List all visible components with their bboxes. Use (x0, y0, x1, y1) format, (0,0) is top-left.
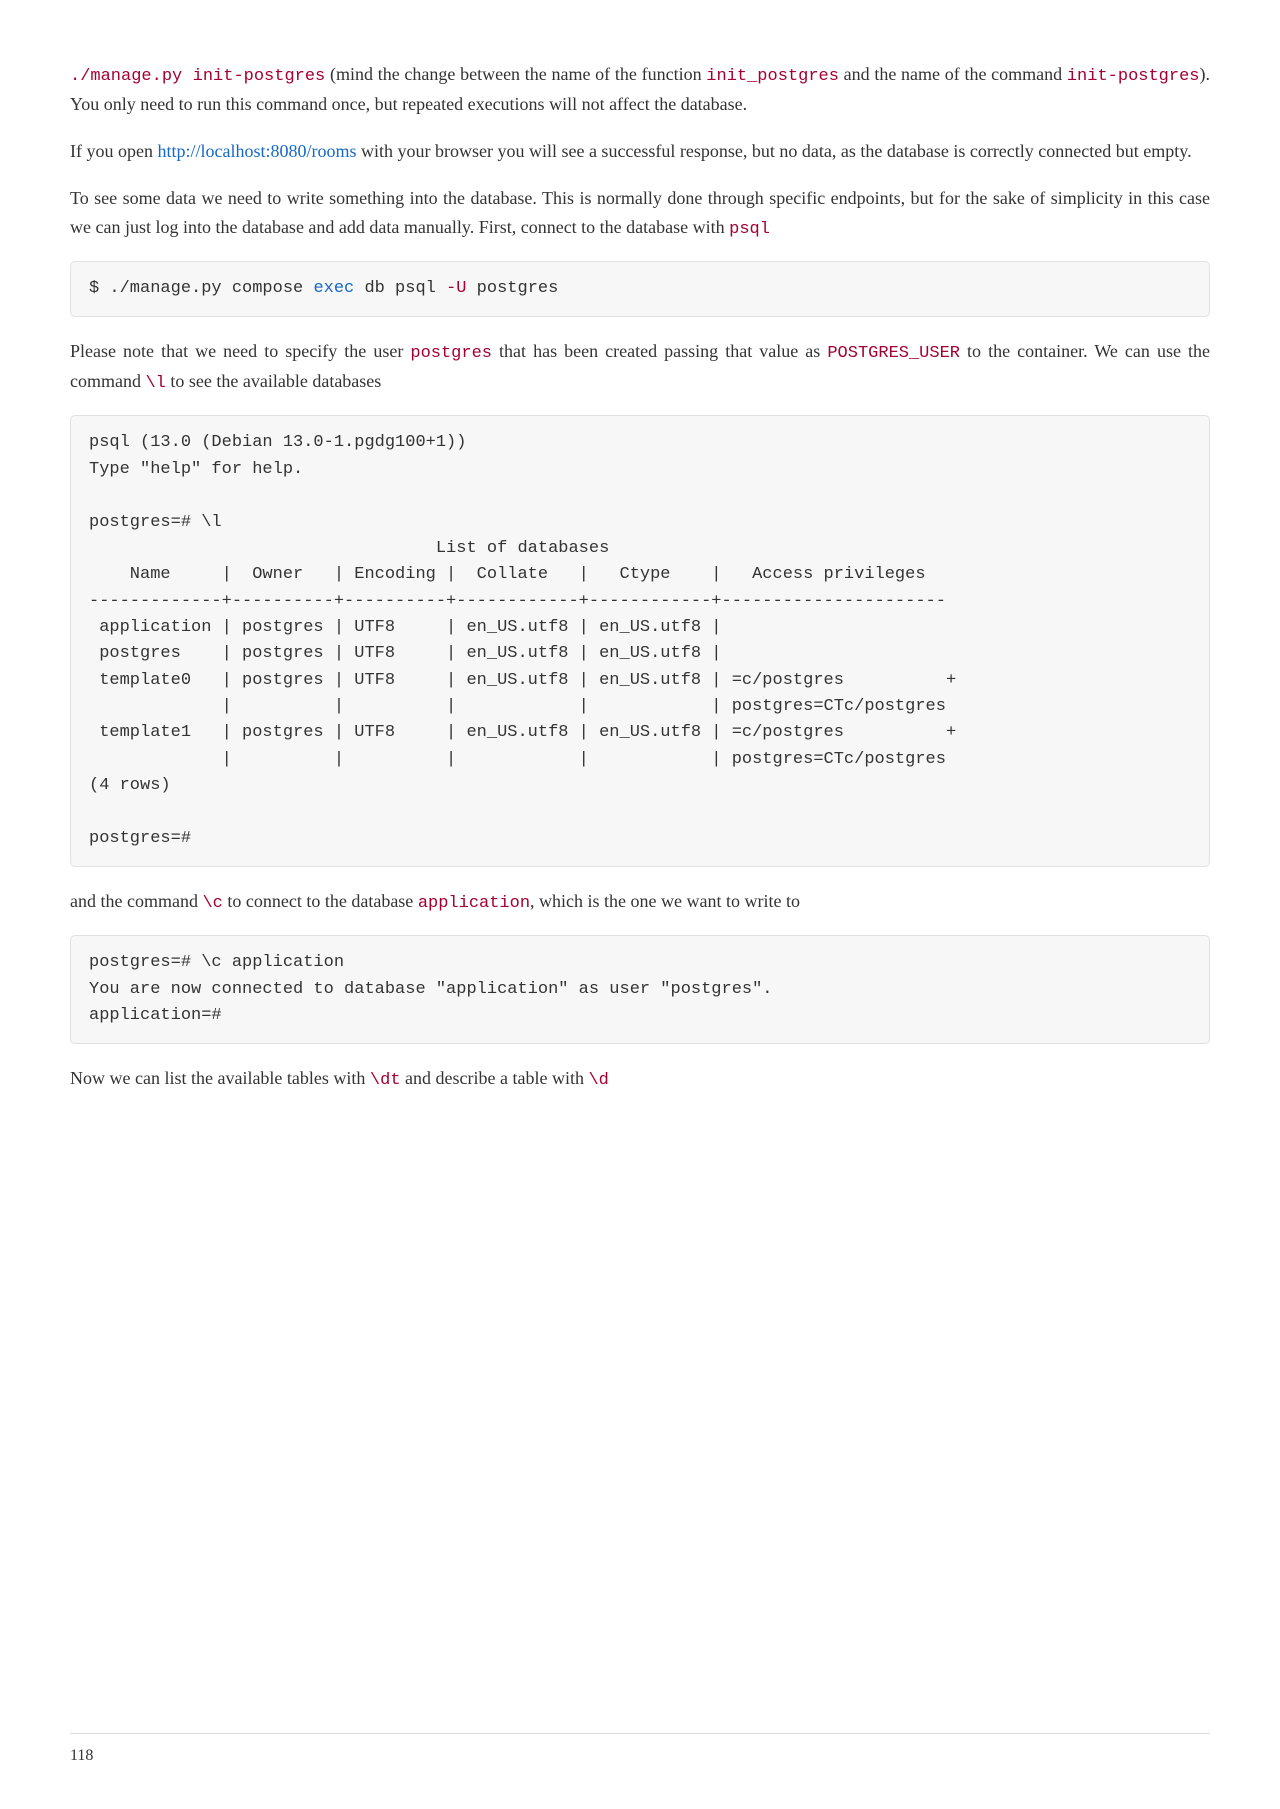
text: with your browser you will see a success… (356, 141, 1191, 161)
code-list-cmd: \l (145, 374, 165, 393)
text: to connect to the database (223, 891, 418, 911)
code-manage-init: ./manage.py init-postgres (70, 67, 325, 86)
page-footer-rule (70, 1733, 1210, 1734)
code-psql: psql (729, 220, 770, 239)
paragraph-4: Please note that we need to specify the … (70, 337, 1210, 397)
code-connect-cmd: \c (202, 894, 222, 913)
code-block-psql-connect: postgres=# \c application You are now co… (70, 935, 1210, 1044)
paragraph-3: To see some data we need to write someth… (70, 184, 1210, 243)
text: and describe a table with (401, 1068, 589, 1088)
localhost-link[interactable]: http://localhost:8080/rooms (157, 141, 356, 161)
code-postgres-user: postgres (410, 344, 492, 363)
text: and the command (70, 891, 202, 911)
paragraph-2: If you open http://localhost:8080/rooms … (70, 137, 1210, 166)
text: and the name of the command (839, 64, 1067, 84)
text: To see some data we need to write someth… (70, 188, 1210, 237)
code-application-db: application (418, 894, 530, 913)
code-text: $ ./manage.py compose (89, 279, 313, 298)
code-text: db psql (354, 279, 446, 298)
code-dt-cmd: \dt (370, 1071, 401, 1090)
text: If you open (70, 141, 157, 161)
paragraph-6: Now we can list the available tables wit… (70, 1064, 1210, 1094)
page-number: 118 (70, 1743, 93, 1769)
code-init-postgres-fn: init_postgres (706, 67, 839, 86)
paragraph-5: and the command \c to connect to the dat… (70, 887, 1210, 917)
text: to see the available databases (166, 371, 381, 391)
code-init-postgres-cmd: init-postgres (1067, 67, 1200, 86)
code-flag-u: -U (446, 279, 466, 298)
code-text: postgres (466, 279, 558, 298)
paragraph-1: ./manage.py init-postgres (mind the chan… (70, 60, 1210, 119)
text: Please note that we need to specify the … (70, 341, 410, 361)
text: that has been created passing that value… (492, 341, 827, 361)
code-block-compose-exec: $ ./manage.py compose exec db psql -U po… (70, 261, 1210, 317)
code-keyword-exec: exec (313, 279, 354, 298)
code-postgres-user-env: POSTGRES_USER (827, 344, 960, 363)
code-d-cmd: \d (588, 1071, 608, 1090)
text: Now we can list the available tables wit… (70, 1068, 370, 1088)
code-block-psql-list: psql (13.0 (Debian 13.0-1.pgdg100+1)) Ty… (70, 415, 1210, 867)
text: (mind the change between the name of the… (325, 64, 706, 84)
text: , which is the one we want to write to (530, 891, 800, 911)
